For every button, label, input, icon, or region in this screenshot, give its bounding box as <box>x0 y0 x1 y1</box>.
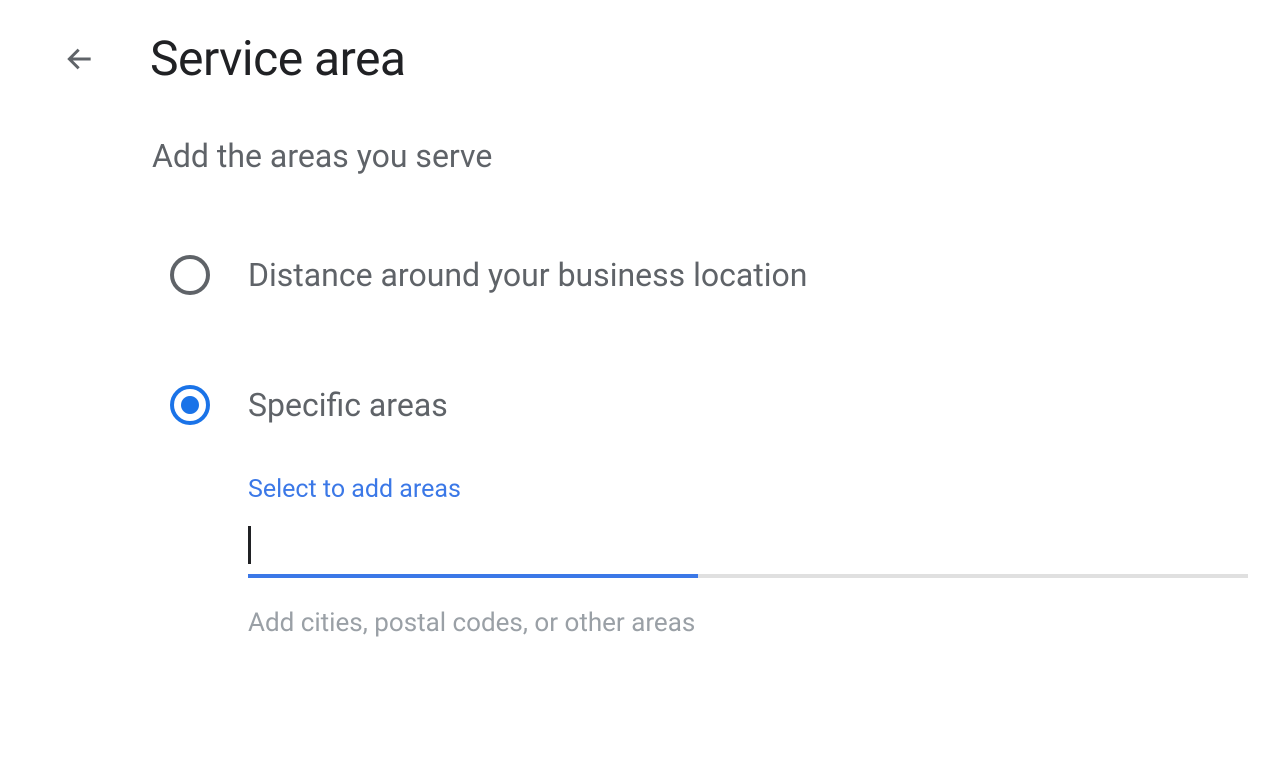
radio-label-distance: Distance around your business location <box>248 256 807 294</box>
radio-icon <box>170 255 210 295</box>
radio-option-specific[interactable]: Specific areas <box>170 385 1276 425</box>
input-underline <box>248 574 1248 578</box>
page-title: Service area <box>150 30 406 87</box>
back-button[interactable] <box>60 39 100 79</box>
service-area-radio-group: Distance around your business location S… <box>152 255 1276 638</box>
radio-icon-selected <box>170 385 210 425</box>
area-input-wrapper[interactable] <box>248 524 1248 578</box>
input-underline-focus <box>248 574 698 578</box>
input-floating-label: Select to add areas <box>248 475 1276 504</box>
text-caret <box>248 526 251 564</box>
area-input[interactable] <box>248 524 1248 576</box>
radio-label-specific: Specific areas <box>248 386 448 424</box>
radio-option-distance[interactable]: Distance around your business location <box>170 255 1276 295</box>
arrow-left-icon <box>64 43 96 75</box>
input-helper-text: Add cities, postal codes, or other areas <box>248 608 1276 638</box>
page-subtitle: Add the areas you serve <box>152 137 1276 175</box>
